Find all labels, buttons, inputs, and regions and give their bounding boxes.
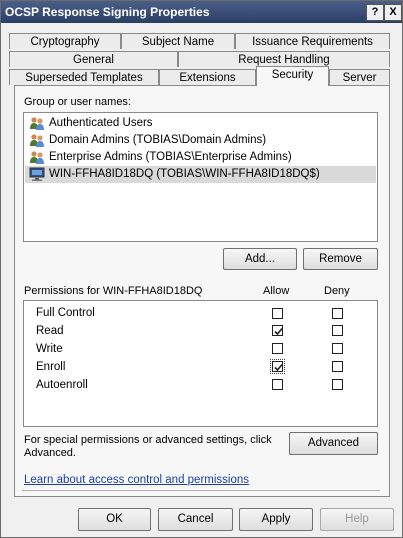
- properties-dialog: OCSP Response Signing Properties ? X Cry…: [0, 0, 403, 538]
- allow-read-checkbox[interactable]: [272, 325, 283, 336]
- permission-name: Read: [36, 325, 64, 337]
- permission-name: Write: [36, 343, 63, 355]
- tab-server[interactable]: Server: [329, 69, 390, 85]
- help-title-button[interactable]: ?: [366, 4, 384, 21]
- allow-header: Allow: [263, 285, 290, 297]
- user-list[interactable]: Authenticated Users Domain Admins (TOBIA…: [23, 112, 378, 242]
- deny-full-control-checkbox[interactable]: [332, 308, 343, 319]
- allow-full-control-checkbox[interactable]: [272, 308, 283, 319]
- tab-general[interactable]: General: [9, 51, 178, 67]
- checkmark-icon: [274, 327, 283, 336]
- users-group-icon: [29, 133, 45, 148]
- deny-read-checkbox[interactable]: [332, 325, 343, 336]
- deny-autoenroll-checkbox[interactable]: [332, 379, 343, 390]
- apply-button[interactable]: Apply: [239, 508, 313, 531]
- tab-subject-name[interactable]: Subject Name: [121, 33, 235, 49]
- deny-write-checkbox[interactable]: [332, 343, 343, 354]
- tab-request-handling[interactable]: Request Handling: [178, 51, 390, 67]
- list-item[interactable]: Authenticated Users: [25, 115, 376, 132]
- allow-enroll-checkbox[interactable]: [270, 359, 285, 374]
- users-group-icon: [29, 116, 45, 131]
- tab-security[interactable]: Security: [256, 66, 329, 86]
- special-permissions-text: For special permissions or advanced sett…: [24, 434, 272, 446]
- tab-issuance-requirements[interactable]: Issuance Requirements: [235, 33, 390, 49]
- tab-superseded-templates[interactable]: Superseded Templates: [9, 69, 159, 85]
- add-button[interactable]: Add...: [223, 248, 297, 270]
- checkmark-icon: [274, 363, 283, 372]
- advanced-button[interactable]: Advanced: [289, 432, 378, 455]
- list-item-selected[interactable]: WIN-FFHA8ID18DQ (TOBIAS\WIN-FFHA8ID18DQ$…: [25, 166, 376, 183]
- user-name: WIN-FFHA8ID18DQ (TOBIAS\WIN-FFHA8ID18DQ$…: [49, 168, 320, 180]
- tab-cryptography[interactable]: Cryptography: [9, 33, 121, 49]
- list-item[interactable]: Domain Admins (TOBIAS\Domain Admins): [25, 132, 376, 149]
- remove-button[interactable]: Remove: [303, 248, 378, 270]
- list-item[interactable]: Enterprise Admins (TOBIAS\Enterprise Adm…: [25, 149, 376, 166]
- close-button[interactable]: X: [384, 4, 402, 21]
- permission-name: Enroll: [36, 361, 66, 373]
- title-bar: OCSP Response Signing Properties ? X: [1, 1, 402, 23]
- permission-name: Autoenroll: [36, 379, 88, 391]
- cancel-button[interactable]: Cancel: [158, 508, 233, 531]
- user-name: Enterprise Admins (TOBIAS\Enterprise Adm…: [49, 151, 292, 163]
- divider: [22, 490, 380, 491]
- ok-button[interactable]: OK: [78, 508, 151, 531]
- allow-write-checkbox[interactable]: [272, 343, 283, 354]
- allow-autoenroll-checkbox[interactable]: [272, 379, 283, 390]
- permissions-for-label: Permissions for WIN-FFHA8ID18DQ: [24, 285, 203, 297]
- permission-name: Full Control: [36, 307, 95, 319]
- help-button[interactable]: Help: [320, 508, 394, 531]
- learn-access-control-link[interactable]: Learn about access control and permissio…: [24, 474, 249, 486]
- deny-header: Deny: [324, 285, 350, 297]
- special-permissions-text-2: Advanced.: [24, 447, 76, 459]
- group-users-label: Group or user names:: [24, 96, 131, 108]
- user-name: Domain Admins (TOBIAS\Domain Admins): [49, 134, 267, 146]
- user-name: Authenticated Users: [49, 117, 153, 129]
- users-group-icon: [29, 150, 45, 165]
- window-title: OCSP Response Signing Properties: [5, 5, 210, 19]
- deny-enroll-checkbox[interactable]: [332, 361, 343, 372]
- permissions-list: Full Control Read Write Enroll Autoenrol…: [23, 300, 378, 427]
- computer-icon: [29, 167, 45, 182]
- tab-extensions[interactable]: Extensions: [159, 69, 256, 85]
